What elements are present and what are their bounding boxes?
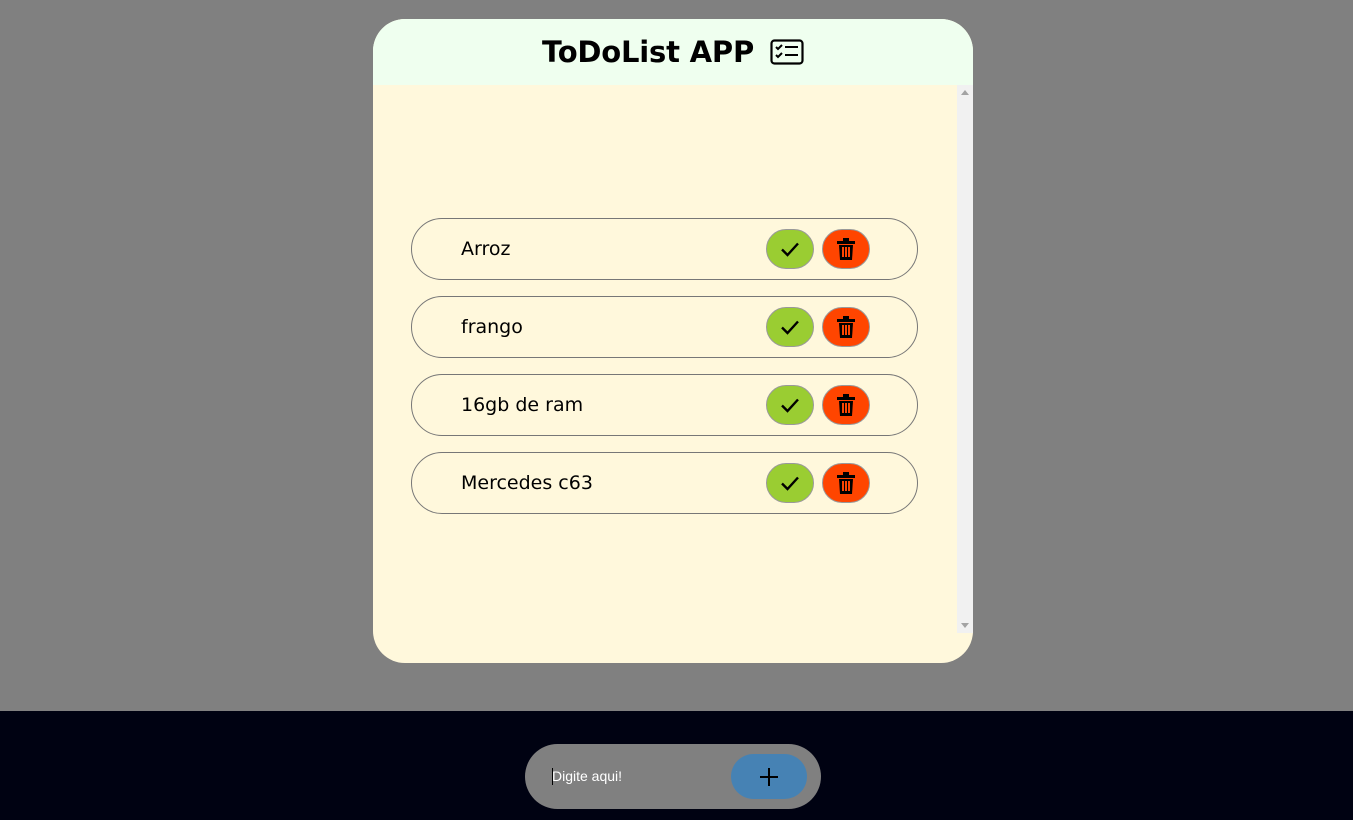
new-task-form xyxy=(525,744,821,809)
todo-card: ToDoList APP Arroz frango 16gb de ram Me… xyxy=(373,19,973,663)
task-item: Mercedes c63 xyxy=(411,452,918,514)
app-header: ToDoList APP xyxy=(373,19,973,85)
trash-icon xyxy=(837,472,855,494)
check-icon xyxy=(781,242,799,257)
task-actions xyxy=(766,463,870,503)
check-icon xyxy=(781,476,799,491)
task-actions xyxy=(766,229,870,269)
delete-task-button[interactable] xyxy=(822,385,870,425)
scroll-up-arrow-icon[interactable] xyxy=(961,90,969,95)
bottom-input-bar xyxy=(0,711,1353,820)
check-icon xyxy=(781,398,799,413)
task-text: 16gb de ram xyxy=(461,394,584,416)
add-task-button[interactable] xyxy=(731,754,807,799)
trash-icon xyxy=(837,238,855,260)
scroll-down-arrow-icon[interactable] xyxy=(961,623,969,628)
delete-task-button[interactable] xyxy=(822,229,870,269)
trash-icon xyxy=(837,394,855,416)
complete-task-button[interactable] xyxy=(766,463,814,503)
complete-task-button[interactable] xyxy=(766,229,814,269)
task-actions xyxy=(766,385,870,425)
task-item: frango xyxy=(411,296,918,358)
complete-task-button[interactable] xyxy=(766,385,814,425)
complete-task-button[interactable] xyxy=(766,307,814,347)
app-title: ToDoList APP xyxy=(541,35,755,69)
delete-task-button[interactable] xyxy=(822,463,870,503)
trash-icon xyxy=(837,316,855,338)
task-text: frango xyxy=(461,316,523,338)
task-item: 16gb de ram xyxy=(411,374,918,436)
task-text: Mercedes c63 xyxy=(461,472,593,494)
task-item: Arroz xyxy=(411,218,918,280)
plus-icon xyxy=(760,767,778,786)
task-actions xyxy=(766,307,870,347)
check-icon xyxy=(781,320,799,335)
new-task-input[interactable] xyxy=(552,765,722,787)
text-caret xyxy=(552,768,553,785)
checklist-icon xyxy=(770,39,804,65)
task-list: Arroz frango 16gb de ram Mercedes c63 xyxy=(411,218,918,530)
task-scrollbar[interactable] xyxy=(957,85,973,633)
task-text: Arroz xyxy=(461,238,511,260)
task-area: Arroz frango 16gb de ram Mercedes c63 xyxy=(373,85,957,663)
delete-task-button[interactable] xyxy=(822,307,870,347)
